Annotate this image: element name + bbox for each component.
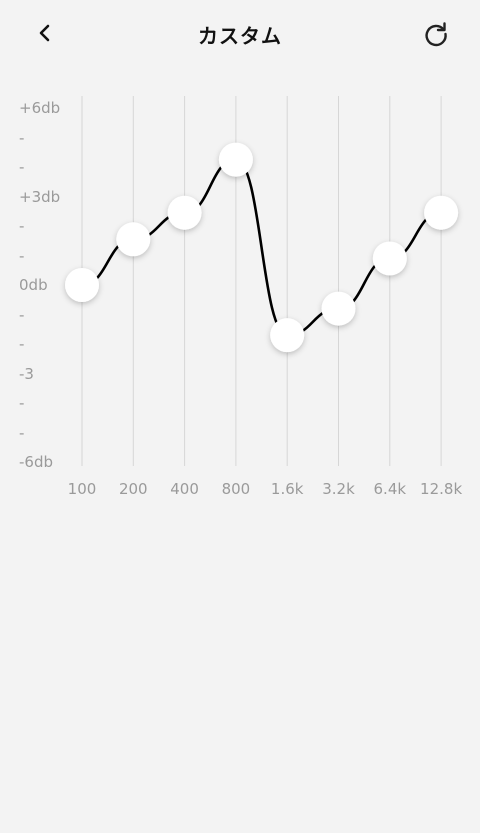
- y-axis-label: -: [19, 158, 25, 176]
- y-axis-label: 0db: [19, 276, 48, 294]
- band-slider-knob-800[interactable]: [218, 142, 253, 177]
- band-slider-knob-200[interactable]: [116, 222, 151, 257]
- band-slider-knob-100[interactable]: [65, 268, 99, 302]
- band-slider-knob-6.4k[interactable]: [372, 241, 407, 276]
- y-axis-label: -: [19, 335, 25, 353]
- y-axis-label: -: [19, 394, 25, 412]
- equalizer-graph: [65, 96, 459, 466]
- y-axis-label: -: [19, 423, 25, 442]
- y-axis-label: -: [19, 305, 25, 324]
- y-axis-label: +6db: [19, 99, 61, 117]
- band-slider-knob-400[interactable]: [167, 195, 202, 230]
- band-frequency-label: 12.8k: [420, 480, 463, 498]
- band-slider-knob-1.6k[interactable]: [270, 318, 305, 353]
- y-axis-label: +3db: [19, 187, 61, 206]
- y-axis-label: -3: [19, 364, 34, 383]
- y-axis-label: -: [19, 246, 25, 265]
- y-axis-label: -6db: [19, 453, 53, 471]
- y-axis-label: -: [19, 217, 25, 235]
- equalizer-panel: +6db - - +3db - -0db - - -3- - -6db 100 200 400 800 1.6…: [0, 0, 480, 520]
- band-slider-knob-3.2k[interactable]: [321, 291, 356, 326]
- band-slider-knob-12.8k[interactable]: [424, 195, 459, 230]
- y-axis-label: -: [19, 128, 25, 147]
